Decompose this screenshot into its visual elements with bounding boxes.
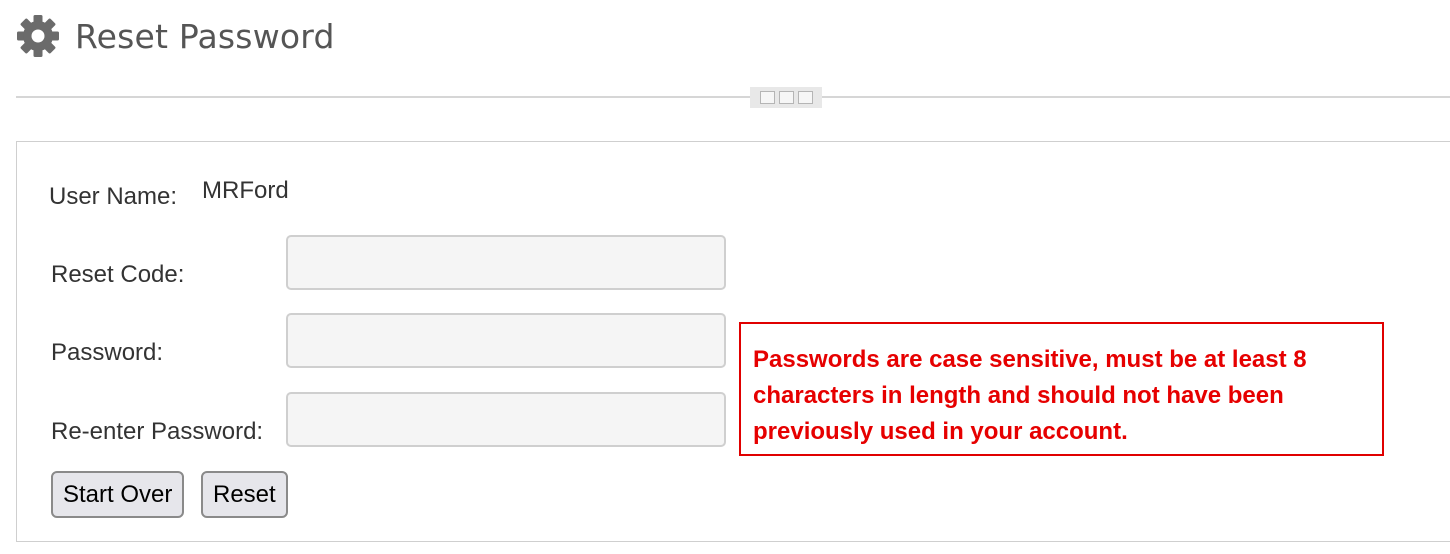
reenter-password-label: Re-enter Password: [51,418,264,445]
reenter-password-input[interactable] [286,392,726,447]
grip-box [797,91,813,104]
user-name-label: User Name: [49,183,178,210]
reset-code-input[interactable] [286,235,726,290]
reset-password-page: Reset Password User Name: MRFord Reset C… [0,0,1450,554]
password-label: Password: [51,339,164,366]
password-input[interactable] [286,313,726,368]
reset-button[interactable]: Reset [201,471,288,518]
reset-code-label: Reset Code: [51,261,185,288]
grip-box [778,91,794,104]
page-header: Reset Password [16,10,335,62]
gear-icon [16,14,60,58]
page-title: Reset Password [75,16,335,56]
grip-box [759,91,775,104]
start-over-button[interactable]: Start Over [51,471,185,518]
divider-grip-handle[interactable] [750,87,822,108]
password-requirements-notice: Passwords are case sensitive, must be at… [739,322,1384,456]
section-divider [16,96,1450,98]
user-name-value: MRFord [202,177,289,204]
